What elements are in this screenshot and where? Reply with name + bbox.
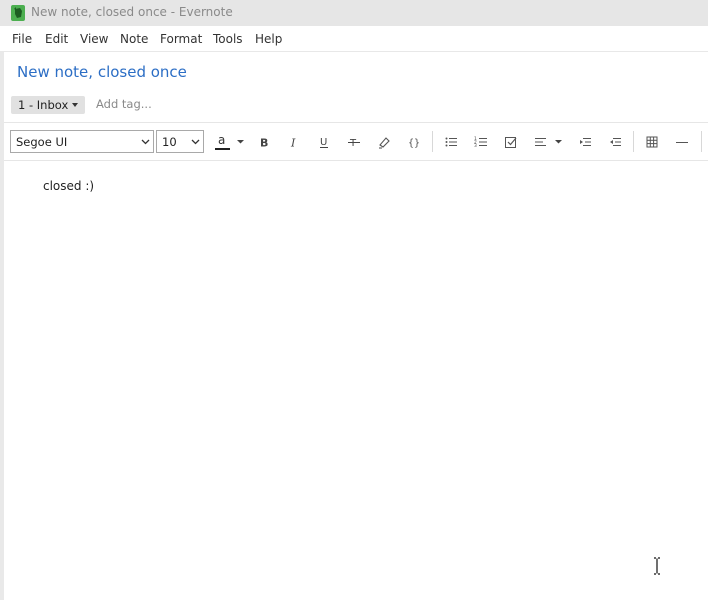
menu-format[interactable]: Format — [160, 32, 202, 46]
chevron-down-icon — [141, 139, 150, 145]
italic-button[interactable]: I — [284, 131, 304, 153]
svg-text:B: B — [260, 137, 268, 150]
notebook-selector[interactable]: 1 - Inbox — [11, 96, 86, 114]
font-family-value: Segoe UI — [16, 134, 68, 149]
checkbox-icon — [505, 137, 517, 148]
font-family-select[interactable]: Segoe UI — [10, 130, 154, 153]
menu-bar: File Edit View Note Format Tools Help — [0, 26, 708, 52]
table-icon — [646, 136, 658, 148]
horizontal-rule-icon — [676, 142, 688, 143]
font-size-value: 10 — [162, 134, 177, 149]
evernote-logo-icon — [11, 5, 25, 21]
font-color-button[interactable]: a — [211, 131, 247, 153]
menu-edit[interactable]: Edit — [45, 32, 68, 46]
code-braces-icon: {} — [408, 138, 420, 149]
svg-text:I: I — [290, 137, 296, 150]
insert-table-button[interactable] — [642, 131, 662, 153]
indent-button[interactable] — [605, 131, 625, 153]
svg-text:U: U — [320, 137, 327, 148]
note-body-text[interactable]: closed :) — [43, 179, 94, 193]
outdent-icon — [580, 138, 591, 146]
notebook-label: 1 - Inbox — [18, 98, 69, 112]
italic-icon: I — [290, 137, 296, 150]
strikethrough-icon: T — [348, 138, 360, 149]
bulleted-list-button[interactable] — [441, 131, 461, 153]
underline-button[interactable]: U — [314, 131, 334, 153]
checkbox-button[interactable] — [501, 131, 521, 153]
toolbar-divider-top — [4, 122, 708, 123]
window-titlebar: New note, closed once - Evernote — [0, 0, 708, 26]
toolbar-separator — [633, 131, 634, 152]
highlight-button[interactable] — [374, 131, 394, 153]
svg-text:a: a — [218, 133, 225, 147]
bold-icon: B — [260, 137, 268, 150]
horizontal-rule-button[interactable] — [672, 131, 692, 153]
svg-text:{}: {} — [408, 138, 420, 149]
menu-tools[interactable]: Tools — [213, 32, 243, 46]
add-tag-input[interactable]: Add tag... — [96, 97, 152, 111]
chevron-down-icon — [191, 139, 200, 145]
bulleted-list-icon — [445, 137, 457, 147]
code-block-button[interactable]: {} — [404, 131, 424, 153]
caret-down-icon — [72, 103, 79, 107]
alignment-button[interactable] — [530, 131, 568, 153]
outdent-button[interactable] — [575, 131, 595, 153]
numbered-list-icon: 1 2 3 — [474, 136, 487, 149]
toolbar-separator — [701, 131, 702, 152]
svg-text:T: T — [349, 138, 357, 149]
font-color-icon: a — [215, 133, 244, 150]
svg-text:3: 3 — [474, 143, 477, 149]
bold-button[interactable]: B — [254, 131, 274, 153]
menu-help[interactable]: Help — [255, 32, 282, 46]
font-size-select[interactable]: 10 — [156, 130, 204, 153]
menu-file[interactable]: File — [12, 32, 32, 46]
underline-icon: U — [320, 137, 328, 148]
toolbar-separator — [432, 131, 433, 152]
highlighter-icon — [379, 137, 390, 149]
window-title: New note, closed once - Evernote — [31, 5, 233, 19]
align-left-icon — [535, 138, 562, 146]
strikethrough-button[interactable]: T — [344, 131, 364, 153]
menu-view[interactable]: View — [80, 32, 108, 46]
indent-icon — [610, 138, 621, 146]
text-cursor-icon — [654, 557, 660, 575]
left-panel-edge — [0, 52, 4, 600]
menu-note[interactable]: Note — [120, 32, 148, 46]
toolbar-divider-bottom — [4, 160, 708, 161]
numbered-list-button[interactable]: 1 2 3 — [471, 131, 491, 153]
note-title[interactable]: New note, closed once — [17, 63, 187, 81]
